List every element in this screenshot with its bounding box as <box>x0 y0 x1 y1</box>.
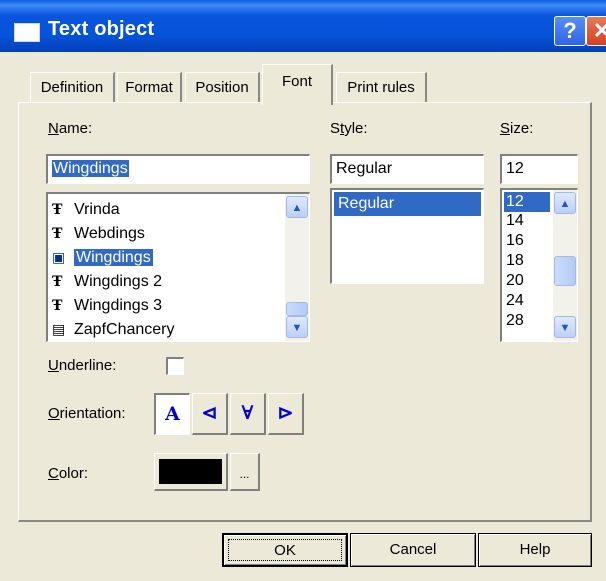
printer-font-icon: ▤ <box>52 322 66 338</box>
scroll-up-icon[interactable]: ▲ <box>286 196 308 218</box>
tab-print-rules[interactable]: Print rules <box>336 72 427 103</box>
size-label: Size: <box>500 120 534 137</box>
window-icon <box>14 23 40 42</box>
orientation-upside-down-button[interactable]: ∀ <box>230 393 266 435</box>
scroll-up-icon[interactable]: ▲ <box>554 192 576 214</box>
scroll-down-icon[interactable]: ▼ <box>286 316 308 338</box>
font-item-zapfchancery[interactable]: ▤ ZapfChancery <box>52 318 175 341</box>
font-list[interactable]: Ŧ Vrinda Ŧ Webdings ▣ Wingdings Ŧ Wingdings … <box>46 192 310 342</box>
truetype-icon: Ŧ <box>52 274 63 290</box>
orientation-right-button[interactable]: ⊳ <box>268 393 304 435</box>
font-list-scrollbar[interactable]: ▲ ▼ <box>285 194 309 341</box>
help-button[interactable]: Help <box>478 533 592 567</box>
scrollbar-thumb[interactable] <box>286 302 308 316</box>
size-list-scrollbar[interactable]: ▲ ▼ <box>553 190 577 341</box>
tab-format[interactable]: Format <box>117 72 182 103</box>
close-button[interactable]: ✕ <box>586 16 606 46</box>
close-icon: ✕ <box>592 18 606 43</box>
scrollbar-thumb[interactable] <box>554 256 576 286</box>
font-name-input[interactable]: Wingdings <box>46 154 310 184</box>
size-item[interactable]: 18 <box>506 251 524 271</box>
size-item[interactable]: 16 <box>506 231 524 251</box>
color-more-button[interactable]: ... <box>230 453 260 491</box>
font-item-wingdings[interactable]: ▣ Wingdings <box>52 246 153 270</box>
truetype-icon: Ŧ <box>52 202 63 218</box>
name-label: Name: <box>48 120 93 137</box>
style-label: Style: <box>330 120 368 137</box>
color-label: Color: <box>48 465 89 482</box>
tab-position[interactable]: Position <box>185 72 260 103</box>
tab-font[interactable]: Font <box>262 64 333 105</box>
title-bar: Text object ? ✕ <box>0 0 606 52</box>
color-swatch <box>159 459 222 484</box>
printer-font-icon: ▣ <box>52 250 66 266</box>
truetype-icon: Ŧ <box>52 226 63 242</box>
orientation-label: Orientation: <box>48 405 126 422</box>
font-item-wingdings-3[interactable]: Ŧ Wingdings 3 <box>52 294 162 318</box>
truetype-icon: Ŧ <box>52 298 63 314</box>
size-item[interactable]: 20 <box>506 271 524 291</box>
size-item[interactable]: 28 <box>506 311 524 331</box>
style-item-regular[interactable]: Regular <box>334 192 481 216</box>
size-item[interactable]: 12 <box>504 192 550 212</box>
size-list[interactable]: 12 14 16 18 20 24 28 ▲ ▼ <box>500 188 578 342</box>
focus-rect <box>228 539 342 561</box>
size-input[interactable]: 12 <box>500 154 578 184</box>
title-help-button[interactable]: ? <box>554 16 586 46</box>
orientation-left-button[interactable]: ⊲ <box>192 393 228 435</box>
underline-label: Underline: <box>48 357 117 374</box>
tab-definition[interactable]: Definition <box>30 72 115 103</box>
font-item-wingdings-2[interactable]: Ŧ Wingdings 2 <box>52 270 162 294</box>
window-title: Text object <box>48 18 155 40</box>
style-input[interactable]: Regular <box>330 154 484 184</box>
font-item-vrinda[interactable]: Ŧ Vrinda <box>52 198 120 222</box>
underline-checkbox[interactable] <box>166 357 184 375</box>
size-item[interactable]: 14 <box>506 211 524 231</box>
style-list[interactable]: Regular <box>330 188 484 284</box>
orientation-normal-button[interactable]: A <box>154 393 190 435</box>
font-item-webdings[interactable]: Ŧ Webdings <box>52 222 145 246</box>
cancel-button[interactable]: Cancel <box>350 533 476 567</box>
color-swatch-button[interactable] <box>154 453 228 491</box>
scroll-down-icon[interactable]: ▼ <box>554 316 576 338</box>
size-item[interactable]: 24 <box>506 291 524 311</box>
ok-button[interactable]: OK <box>222 533 348 567</box>
